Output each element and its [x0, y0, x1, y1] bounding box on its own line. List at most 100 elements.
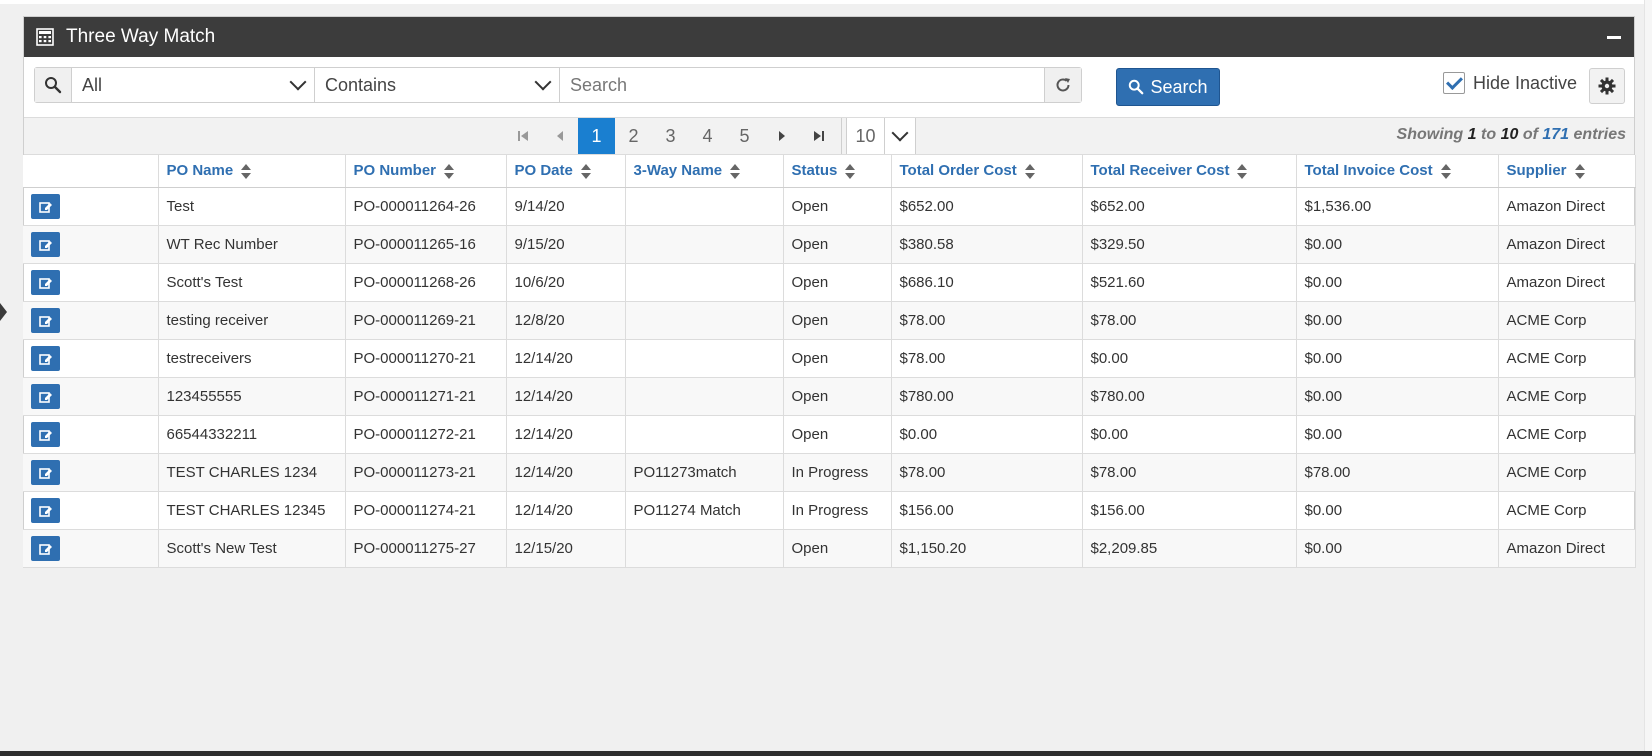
prev-page-button[interactable]	[541, 118, 578, 154]
table-cell: In Progress	[783, 453, 892, 492]
column-header-po-name[interactable]: PO Name	[158, 155, 346, 188]
page-5-button[interactable]: 5	[726, 118, 763, 154]
search-input[interactable]	[560, 68, 1044, 102]
search-button-label: Search	[1150, 76, 1208, 97]
field-select[interactable]: All	[72, 68, 315, 102]
row-actions-cell	[23, 263, 159, 302]
sort-icon[interactable]	[1024, 163, 1035, 180]
row-actions-cell	[23, 301, 159, 340]
table-cell: PO-000011270-21	[345, 339, 507, 378]
table-row: TEST CHARLES 1234 PO-000011273-21 12/14/20…	[23, 453, 1636, 492]
edit-icon[interactable]	[31, 384, 60, 409]
column-header-label: Supplier	[1506, 162, 1567, 180]
edit-icon[interactable]	[31, 194, 60, 219]
scrollbar[interactable]	[1644, 0, 1652, 756]
table-cell: $2,209.85	[1082, 529, 1297, 568]
column-header-po-date[interactable]: PO Date	[506, 155, 626, 188]
table-cell: $0.00	[1296, 377, 1499, 416]
chevron-down-icon[interactable]	[885, 118, 916, 154]
sort-icon[interactable]	[241, 163, 252, 180]
table-cell: $0.00	[1296, 225, 1499, 264]
page-3-button[interactable]: 3	[652, 118, 689, 154]
sort-icon[interactable]	[1440, 163, 1451, 180]
page-size-value: 10	[846, 118, 885, 154]
table-cell: 12/15/20	[506, 529, 626, 568]
next-page-button[interactable]	[763, 118, 800, 154]
three-way-match-panel: Three Way Match All Contains Search Sear…	[23, 16, 1636, 568]
search-button[interactable]: Search	[1116, 68, 1220, 106]
edit-icon[interactable]	[31, 346, 60, 371]
table-cell: PO-000011269-21	[345, 301, 507, 340]
last-page-button[interactable]	[800, 118, 837, 154]
column-header-label: PO Date	[514, 162, 573, 180]
showing-total: 171	[1542, 126, 1570, 143]
table-row: TEST CHARLES 12345 PO-000011274-21 12/14/2…	[23, 491, 1636, 530]
column-header-total-invoice-cost[interactable]: Total Invoice Cost	[1296, 155, 1499, 188]
table-cell: $78.00	[891, 301, 1083, 340]
column-header-status[interactable]: Status	[783, 155, 892, 188]
sort-icon[interactable]	[444, 163, 455, 180]
column-header-total-receiver-cost[interactable]: Total Receiver Cost	[1082, 155, 1297, 188]
page-2-button[interactable]: 2	[615, 118, 652, 154]
table-cell: $0.00	[891, 415, 1083, 454]
column-header-supplier[interactable]: Supplier	[1498, 155, 1636, 188]
table-cell: WT Rec Number	[158, 225, 346, 264]
edit-icon[interactable]	[31, 232, 60, 257]
refresh-icon[interactable]	[1044, 68, 1081, 102]
table-cell	[625, 263, 784, 302]
table-cell: $1,536.00	[1296, 187, 1499, 226]
column-header-3-way-name[interactable]: 3-Way Name	[625, 155, 784, 188]
edit-icon[interactable]	[31, 308, 60, 333]
table-cell: $0.00	[1082, 415, 1297, 454]
top-edge	[0, 0, 1652, 4]
pagination-bar: 1 2 3 4 5 10 Showing 1 to 10 of 171 entr	[24, 118, 1634, 155]
sort-icon[interactable]	[845, 163, 856, 180]
table-cell: $0.00	[1296, 339, 1499, 378]
table-cell: $1,150.20	[891, 529, 1083, 568]
minus-icon[interactable]	[1604, 28, 1624, 46]
table-cell: Scott's New Test	[158, 529, 346, 568]
table-cell: $0.00	[1296, 529, 1499, 568]
edit-icon[interactable]	[31, 422, 60, 447]
table-cell	[625, 187, 784, 226]
row-actions-cell	[23, 529, 159, 568]
table-row: WT Rec Number PO-000011265-16 9/15/20 Open $…	[23, 225, 1636, 264]
sort-icon[interactable]	[1237, 163, 1248, 180]
first-page-button[interactable]	[504, 118, 541, 154]
table-cell	[625, 415, 784, 454]
table-cell: testing receiver	[158, 301, 346, 340]
table-row: 66544332211 PO-000011272-21 12/14/20 Open $0…	[23, 415, 1636, 454]
edit-icon[interactable]	[31, 498, 60, 523]
settings-button[interactable]	[1589, 68, 1625, 104]
edit-icon[interactable]	[31, 270, 60, 295]
column-header-total-order-cost[interactable]: Total Order Cost	[891, 155, 1083, 188]
table-cell: PO-000011271-21	[345, 377, 507, 416]
hide-inactive-checkbox[interactable]	[1443, 72, 1465, 94]
table-cell: Open	[783, 301, 892, 340]
sort-icon[interactable]	[1574, 163, 1585, 180]
table-cell: $0.00	[1296, 263, 1499, 302]
sidebar-toggle-tab[interactable]	[0, 303, 7, 321]
column-header-actions	[23, 155, 159, 188]
table-cell	[625, 339, 784, 378]
sort-icon[interactable]	[730, 163, 741, 180]
edit-icon[interactable]	[31, 460, 60, 485]
table-cell: Open	[783, 415, 892, 454]
column-header-po-number[interactable]: PO Number	[345, 155, 507, 188]
operator-select[interactable]: Contains	[315, 68, 560, 102]
page-size-select[interactable]: 10	[846, 118, 916, 154]
page-4-button[interactable]: 4	[689, 118, 726, 154]
table-cell: $780.00	[1082, 377, 1297, 416]
pager-divider	[841, 118, 842, 154]
table-cell: In Progress	[783, 491, 892, 530]
hide-inactive-toggle[interactable]: Hide Inactive	[1443, 72, 1577, 94]
column-header-label: Total Receiver Cost	[1090, 162, 1230, 180]
table-cell: $521.60	[1082, 263, 1297, 302]
table-cell: $0.00	[1296, 491, 1499, 530]
page-1-button[interactable]: 1	[578, 118, 615, 154]
edit-icon[interactable]	[31, 536, 60, 561]
table-cell	[625, 225, 784, 264]
sort-icon[interactable]	[580, 163, 591, 180]
search-group: All Contains	[34, 67, 1082, 103]
search-icon	[1129, 79, 1144, 95]
